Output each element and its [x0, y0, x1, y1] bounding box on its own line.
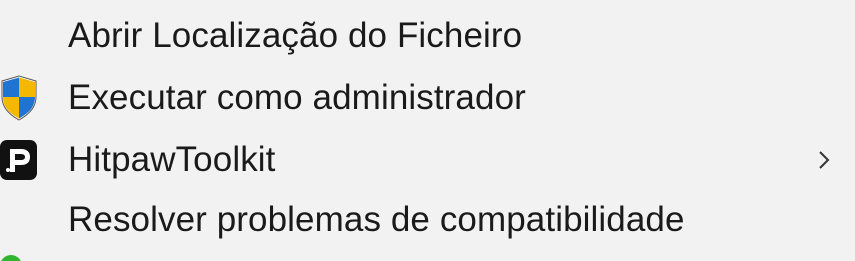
menu-item-troubleshoot-compatibility[interactable]: Resolver problemas de compatibilidade	[0, 189, 855, 251]
menu-item-hitpaw-toolkit[interactable]: HitpawToolkit	[0, 129, 855, 191]
partial-green-icon	[0, 255, 22, 261]
menu-item-label: Abrir Localização do Ficheiro	[68, 16, 523, 55]
context-menu: Abrir Localização do Ficheiro Executar c…	[0, 0, 855, 261]
menu-item-label: Executar como administrador	[68, 78, 526, 117]
uac-shield-icon	[0, 75, 38, 121]
menu-item-label: HitpawToolkit	[68, 140, 276, 179]
hitpaw-icon	[0, 137, 38, 183]
menu-item-label: Resolver problemas de compatibilidade	[68, 200, 685, 239]
menu-item-run-as-administrator[interactable]: Executar como administrador	[0, 67, 855, 129]
chevron-right-icon	[817, 149, 831, 171]
menu-item-open-file-location[interactable]: Abrir Localização do Ficheiro	[0, 5, 855, 67]
